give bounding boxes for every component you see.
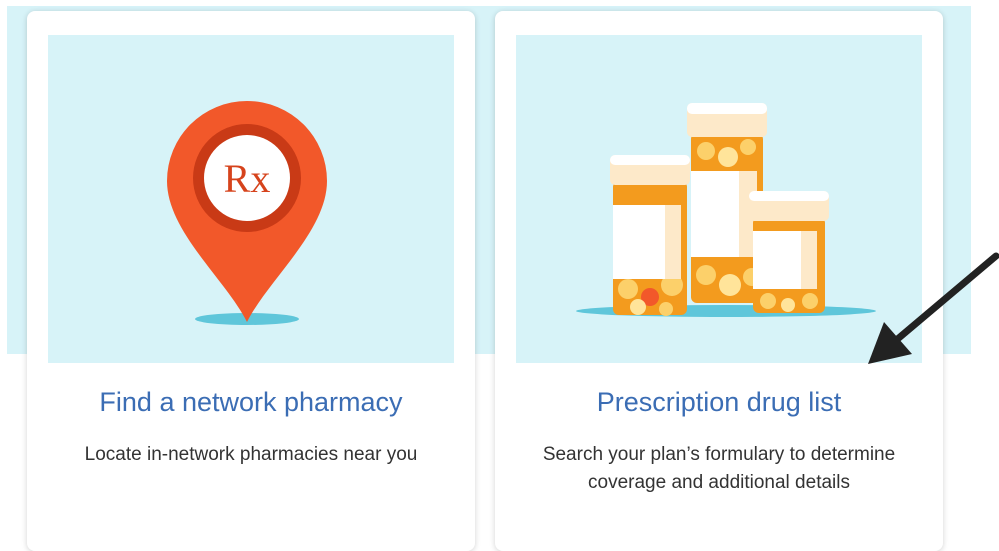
- drug-list-link[interactable]: Prescription drug list: [495, 387, 943, 418]
- drug-list-description: Search your plan’s formulary to determin…: [542, 444, 896, 493]
- rx-symbol: Rx: [224, 156, 271, 201]
- find-pharmacy-description: Locate in-network pharmacies near you: [84, 444, 418, 465]
- annotation-arrow-icon: [868, 252, 999, 364]
- find-pharmacy-link[interactable]: Find a network pharmacy: [27, 387, 475, 418]
- find-pharmacy-card[interactable]: Rx Find a network pharmacy Locate in-net…: [27, 11, 475, 551]
- rx-map-pin-icon: Rx: [48, 35, 454, 363]
